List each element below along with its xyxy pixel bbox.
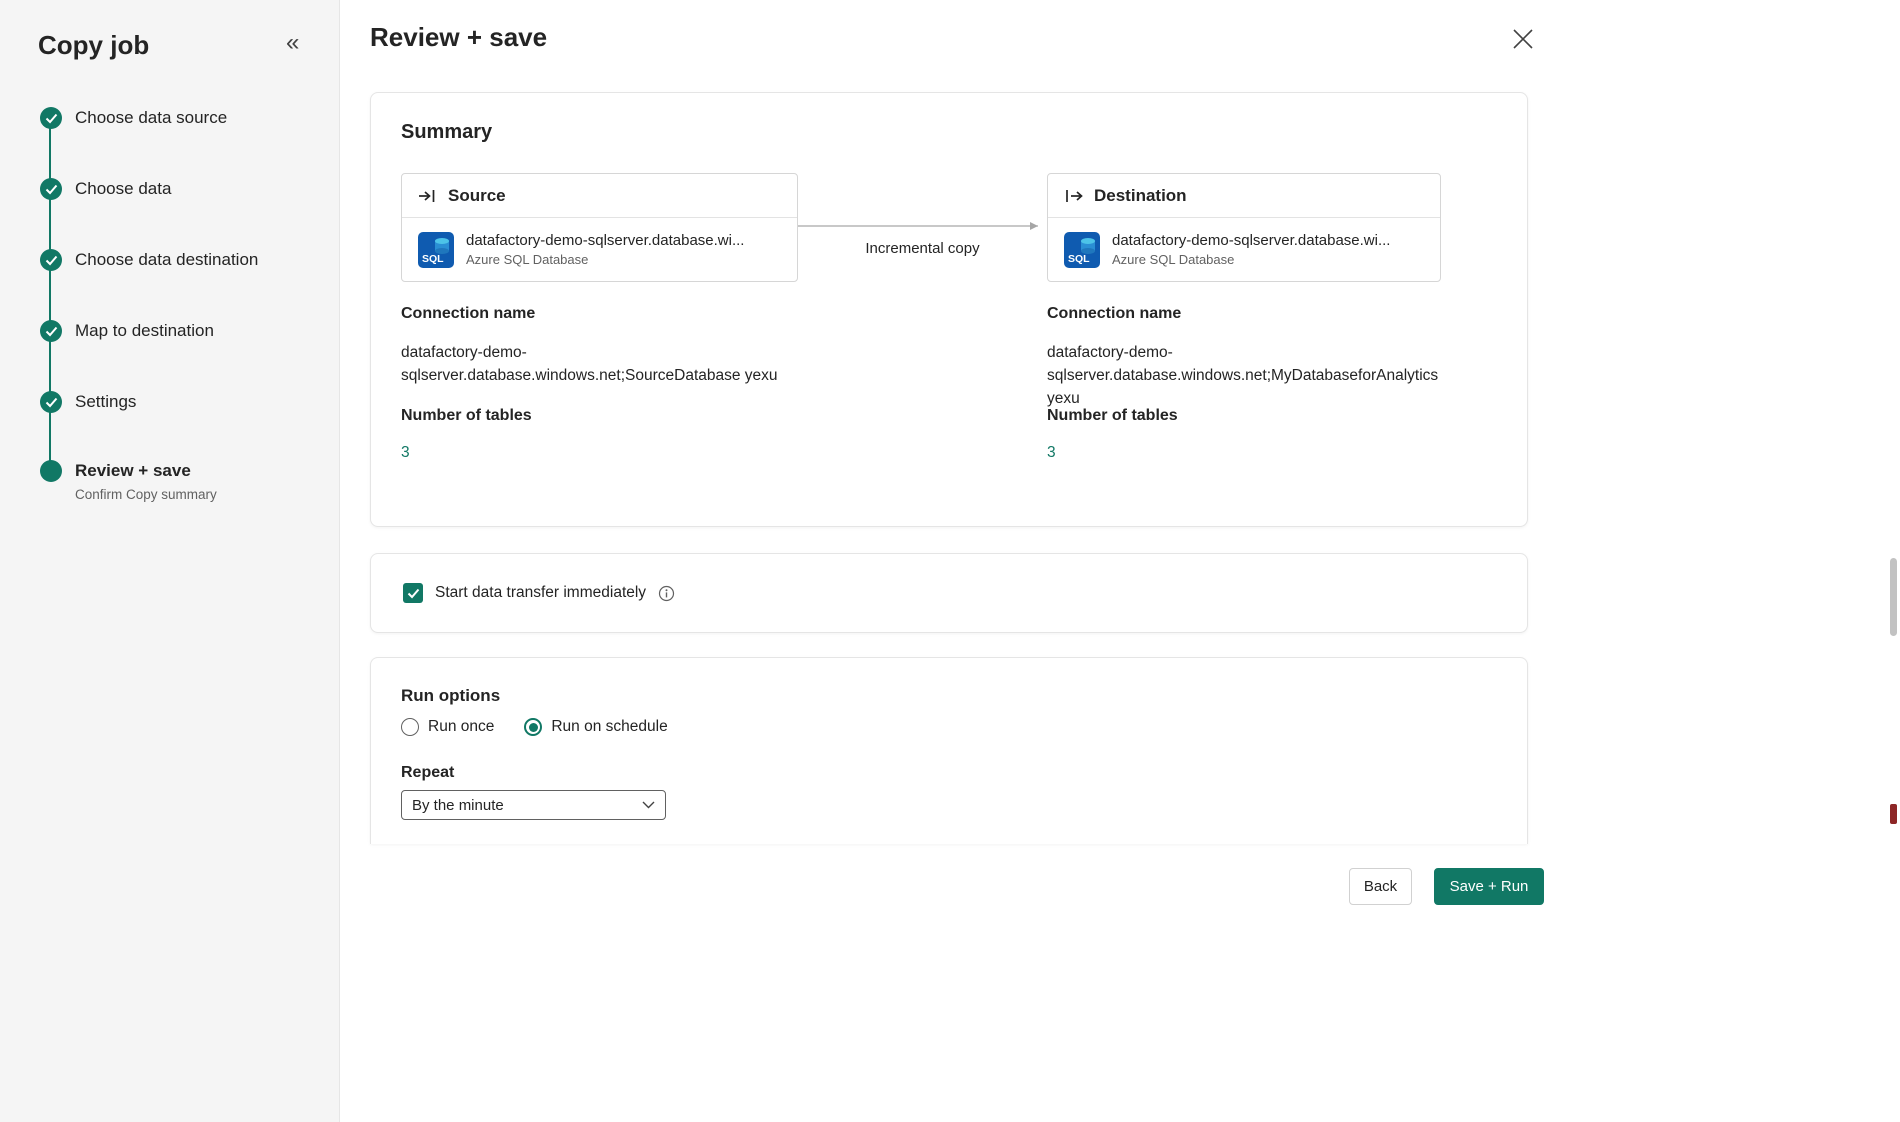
run-once-label: Run once bbox=[428, 718, 494, 736]
destination-panel: Destination SQL datafactory-demo-sqlserv… bbox=[1047, 173, 1441, 282]
sidebar-item-settings[interactable]: Settings bbox=[75, 391, 136, 413]
info-icon[interactable] bbox=[658, 585, 675, 602]
copy-flow-arrow bbox=[798, 218, 1047, 234]
scrollbar-thumb[interactable] bbox=[1890, 558, 1897, 636]
sidebar-title: Copy job bbox=[38, 30, 149, 61]
check-icon bbox=[45, 255, 58, 266]
source-panel-title: Source bbox=[448, 186, 506, 206]
wizard-sidebar: Copy job « Choose data source Choose dat… bbox=[0, 0, 340, 1122]
collapse-sidebar-icon[interactable]: « bbox=[286, 28, 299, 58]
scrollbar-marker bbox=[1890, 804, 1897, 824]
sidebar-item-choose-data[interactable]: Choose data bbox=[75, 178, 171, 200]
step-circle-complete bbox=[40, 249, 62, 271]
arrow-into-bar-icon bbox=[418, 188, 438, 204]
sidebar-item-map-to-destination[interactable]: Map to destination bbox=[75, 320, 214, 342]
check-icon bbox=[45, 326, 58, 337]
arrow-from-bar-icon bbox=[1064, 188, 1084, 204]
sidebar-item-choose-data-source[interactable]: Choose data source bbox=[75, 107, 227, 129]
save-run-button[interactable]: Save + Run bbox=[1434, 868, 1544, 905]
sidebar-item-review-save[interactable]: Review + save bbox=[75, 460, 191, 482]
run-on-schedule-radio[interactable]: Run on schedule bbox=[524, 718, 667, 736]
repeat-select[interactable]: By the minute bbox=[401, 790, 666, 820]
step-circle-complete bbox=[40, 320, 62, 342]
run-on-schedule-label: Run on schedule bbox=[551, 718, 667, 736]
azure-sql-database-icon: SQL bbox=[1064, 232, 1100, 268]
run-options-title: Run options bbox=[401, 686, 500, 706]
run-once-radio[interactable]: Run once bbox=[401, 718, 494, 736]
destination-panel-header: Destination bbox=[1048, 174, 1440, 218]
destination-panel-body: SQL datafactory-demo-sqlserver.database.… bbox=[1048, 218, 1440, 281]
start-immediately-checkbox[interactable] bbox=[403, 583, 423, 603]
radio-circle bbox=[401, 718, 419, 736]
close-icon[interactable] bbox=[1508, 24, 1538, 54]
source-tables-label: Number of tables bbox=[401, 407, 532, 425]
destination-panel-title: Destination bbox=[1094, 186, 1187, 206]
destination-db-type: Azure SQL Database bbox=[1112, 252, 1390, 267]
azure-sql-database-icon: SQL bbox=[418, 232, 454, 268]
source-panel-body: SQL datafactory-demo-sqlserver.database.… bbox=[402, 218, 797, 281]
start-immediately-label: Start data transfer immediately bbox=[435, 584, 646, 602]
copy-type-label: Incremental copy bbox=[798, 240, 1047, 257]
destination-tables-label: Number of tables bbox=[1047, 407, 1178, 425]
check-icon bbox=[407, 588, 420, 599]
source-db-type: Azure SQL Database bbox=[466, 252, 744, 267]
sidebar-item-choose-data-destination[interactable]: Choose data destination bbox=[75, 249, 258, 271]
radio-circle-selected bbox=[524, 718, 542, 736]
step-circle-complete bbox=[40, 178, 62, 200]
step-sublabel: Confirm Copy summary bbox=[75, 487, 217, 502]
source-connection-label: Connection name bbox=[401, 305, 535, 323]
chevron-down-icon bbox=[642, 801, 655, 809]
step-circle-current bbox=[40, 460, 62, 482]
check-icon bbox=[45, 184, 58, 195]
source-connection-value: datafactory-demo-sqlserver.database.wind… bbox=[401, 341, 803, 387]
step-circle-complete bbox=[40, 391, 62, 413]
summary-card: Summary Source SQL datafactory-demo-sqls… bbox=[370, 92, 1528, 527]
destination-connection-label: Connection name bbox=[1047, 305, 1181, 323]
source-panel: Source SQL datafactory-demo-sqlserver.da… bbox=[401, 173, 798, 282]
transfer-card: Start data transfer immediately bbox=[370, 553, 1528, 633]
destination-tables-count: 3 bbox=[1047, 444, 1056, 462]
destination-connection-value: datafactory-demo-sqlserver.database.wind… bbox=[1047, 341, 1449, 410]
destination-db-name: datafactory-demo-sqlserver.database.wi..… bbox=[1112, 232, 1390, 249]
page-title: Review + save bbox=[370, 22, 547, 53]
summary-title: Summary bbox=[401, 121, 492, 144]
source-db-name: datafactory-demo-sqlserver.database.wi..… bbox=[466, 232, 744, 249]
source-tables-count: 3 bbox=[401, 444, 410, 462]
svg-text:SQL: SQL bbox=[1068, 253, 1090, 265]
step-circle-complete bbox=[40, 107, 62, 129]
source-panel-header: Source bbox=[402, 174, 797, 218]
check-icon bbox=[45, 397, 58, 408]
back-button[interactable]: Back bbox=[1349, 868, 1412, 905]
run-options-card: Run options Run once Run on schedule Rep… bbox=[370, 657, 1528, 844]
svg-text:SQL: SQL bbox=[422, 253, 444, 265]
check-icon bbox=[45, 113, 58, 124]
repeat-select-value: By the minute bbox=[412, 797, 504, 814]
step-connector-line bbox=[49, 118, 51, 471]
repeat-label: Repeat bbox=[401, 764, 454, 782]
